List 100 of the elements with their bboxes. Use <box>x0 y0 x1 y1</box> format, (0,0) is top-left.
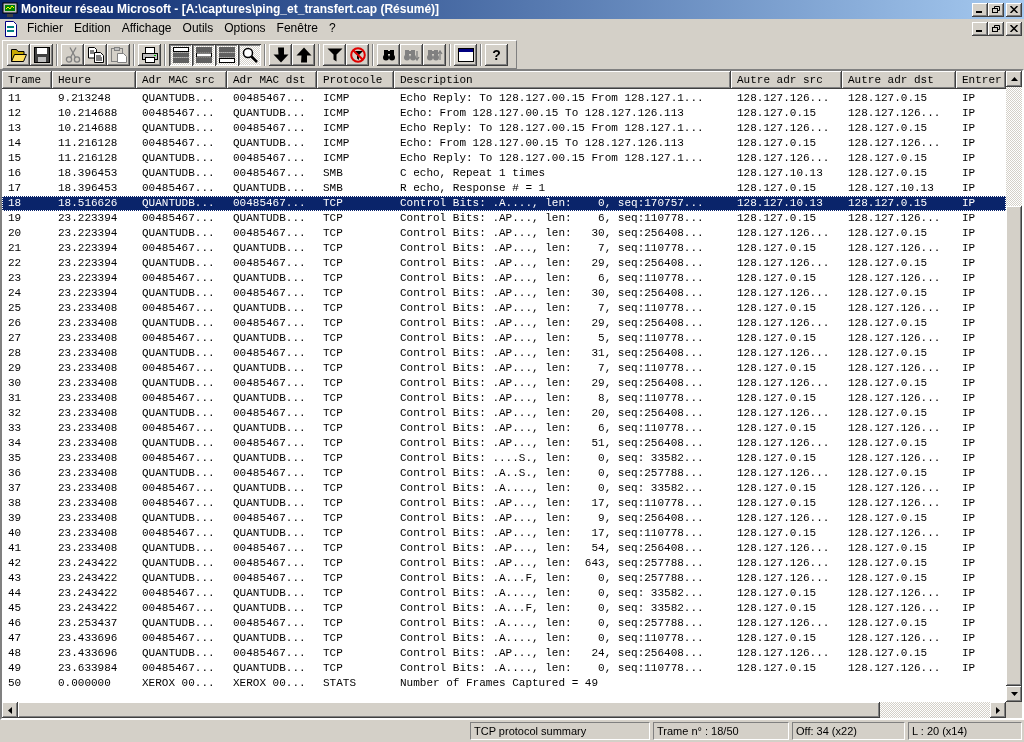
column-header[interactable]: Autre adr src <box>731 71 842 89</box>
table-row[interactable]: 18 18.516626 QUANTUDB... 00485467... TCP Control Bits: .A...., len: 0, seq:170757... 128.127.10.13 128.127.0.15 IP <box>2 196 1006 211</box>
table-cell-text: IP <box>961 511 977 526</box>
table-cell-text: 12 <box>7 106 23 121</box>
table-cell-text: 128.127.126... <box>736 616 831 631</box>
table-cell-text: 23.233408 <box>57 421 119 436</box>
restore-icon <box>992 25 1000 32</box>
minimize-button[interactable] <box>972 21 988 36</box>
table-cell-text: 00485467... <box>232 166 307 181</box>
table-cell-text: IP <box>961 421 977 436</box>
table-cell-text: QUANTUDB... <box>141 646 216 661</box>
restore-button[interactable] <box>988 2 1004 17</box>
table-cell-text: 47 <box>7 631 23 646</box>
folder-icon <box>10 46 27 63</box>
table-cell-text: 35 <box>7 451 23 466</box>
table-cell-text: TCP <box>322 316 344 331</box>
table-cell-text: QUANTUDB... <box>232 496 307 511</box>
table-cell-text: Control Bits: .AP..., len: 643, seq:257788... <box>399 556 705 571</box>
table-cell-text: IP <box>961 391 977 406</box>
filter-button[interactable] <box>323 43 346 66</box>
column-header[interactable]: Autre adr dst <box>842 71 956 89</box>
scrollbar-corner <box>1006 702 1022 718</box>
pane-button[interactable] <box>169 43 192 66</box>
window-button[interactable] <box>454 43 477 66</box>
no-filter-button[interactable] <box>346 43 369 66</box>
table-cell-text: QUANTUDB... <box>232 391 307 406</box>
table-cell-text: 128.127.0.15 <box>736 451 818 466</box>
scroll-up-button[interactable] <box>1006 71 1022 87</box>
menu-item[interactable]: Affichage <box>116 20 177 37</box>
table-cell-text: Control Bits: .A...., len: 0, seq:170757... <box>399 196 705 211</box>
column-header[interactable]: Protocole <box>317 71 394 89</box>
table-cell-text: XEROX 00... <box>141 676 216 691</box>
open-button[interactable] <box>7 43 30 66</box>
table-cell-text: IP <box>961 331 977 346</box>
print-button[interactable] <box>138 43 161 66</box>
table-cell-text: 00485467... <box>232 571 307 586</box>
table-cell-text: TCP <box>322 301 344 316</box>
column-header[interactable]: Trame <box>2 71 52 89</box>
table-cell-text: 128.127.0.15 <box>847 286 929 301</box>
column-header[interactable]: Adr MAC src <box>136 71 227 89</box>
table-cell-text: ICMP <box>322 121 351 136</box>
table-cell-text: QUANTUDB... <box>141 346 216 361</box>
menu-item[interactable]: Fenêtre <box>271 20 323 37</box>
scroll-right-button[interactable] <box>990 702 1006 718</box>
table-cell-text: Control Bits: .A...., len: 0, seq: 33582... <box>399 481 705 496</box>
table-cell-text: TCP <box>322 646 344 661</box>
table-cell-text: 48 <box>7 646 23 661</box>
close-button[interactable] <box>1006 2 1022 17</box>
table-cell-text: IP <box>961 631 977 646</box>
copy-icon <box>87 46 104 63</box>
minimize-button[interactable] <box>972 2 988 17</box>
find-button[interactable] <box>377 43 400 66</box>
restore-button[interactable] <box>988 21 1004 36</box>
close-button[interactable] <box>1006 21 1022 36</box>
table-cell-text: QUANTUDB... <box>232 211 307 226</box>
next-button[interactable] <box>269 43 292 66</box>
up-triangle-icon <box>1010 77 1018 81</box>
table-cell-text: IP <box>961 361 977 376</box>
column-header[interactable]: Heure <box>52 71 136 89</box>
pane-button[interactable] <box>215 43 238 66</box>
copy-button[interactable] <box>84 43 107 66</box>
save-button[interactable] <box>30 43 53 66</box>
table-cell-text: 128.127.126... <box>736 286 831 301</box>
pane-button[interactable] <box>192 43 215 66</box>
column-header[interactable]: Entrer <box>956 71 1006 89</box>
table-cell-text: IP <box>961 646 977 661</box>
scroll-down-button[interactable] <box>1006 686 1022 702</box>
table-cell-text: 128.127.0.15 <box>736 331 818 346</box>
table-cell-text: QUANTUDB... <box>232 301 307 316</box>
scrollbar-thumb[interactable] <box>1006 206 1022 686</box>
table-cell-text: 23.233408 <box>57 346 119 361</box>
table-cell-text: 128.127.126... <box>736 226 831 241</box>
table-cell-text: Control Bits: ....S., len: 0, seq: 33582... <box>399 451 705 466</box>
table-cell-text: 00485467... <box>232 226 307 241</box>
table-cell-text: 128.127.0.15 <box>736 361 818 376</box>
table-cell-text: IP <box>961 541 977 556</box>
column-header[interactable]: Adr MAC dst <box>227 71 317 89</box>
menu-item[interactable]: Edition <box>69 20 116 37</box>
menu-item[interactable]: Fichier <box>22 20 68 37</box>
menu-item[interactable]: Outils <box>177 20 219 37</box>
table-cell-text: 14 <box>7 136 23 151</box>
table-cell-text: 128.127.126... <box>847 241 942 256</box>
table-cell-text: TCP <box>322 631 344 646</box>
table-cell-text: 17 <box>7 181 23 196</box>
table-cell-text: 128.127.126... <box>847 136 942 151</box>
previous-button[interactable] <box>292 43 315 66</box>
table-cell-text: 32 <box>7 406 23 421</box>
menu-item[interactable]: Options <box>219 20 271 37</box>
menu-item[interactable]: ? <box>323 20 341 37</box>
table-cell-text: 128.127.0.15 <box>847 121 929 136</box>
column-header[interactable]: Description <box>394 71 731 89</box>
help-button[interactable]: ? <box>485 43 508 66</box>
table-cell-text: 41 <box>7 541 23 556</box>
table-cell-text: QUANTUDB... <box>141 286 216 301</box>
zoom-button[interactable] <box>238 43 261 66</box>
table-cell-text: Echo Reply: To 128.127.00.15 From 128.127.1... <box>399 121 705 136</box>
table-cell-text: 00485467... <box>232 616 307 631</box>
scroll-left-button[interactable] <box>2 702 18 718</box>
table-cell-text: 128.127.0.15 <box>847 196 929 211</box>
table-cell-text: 20 <box>7 226 23 241</box>
